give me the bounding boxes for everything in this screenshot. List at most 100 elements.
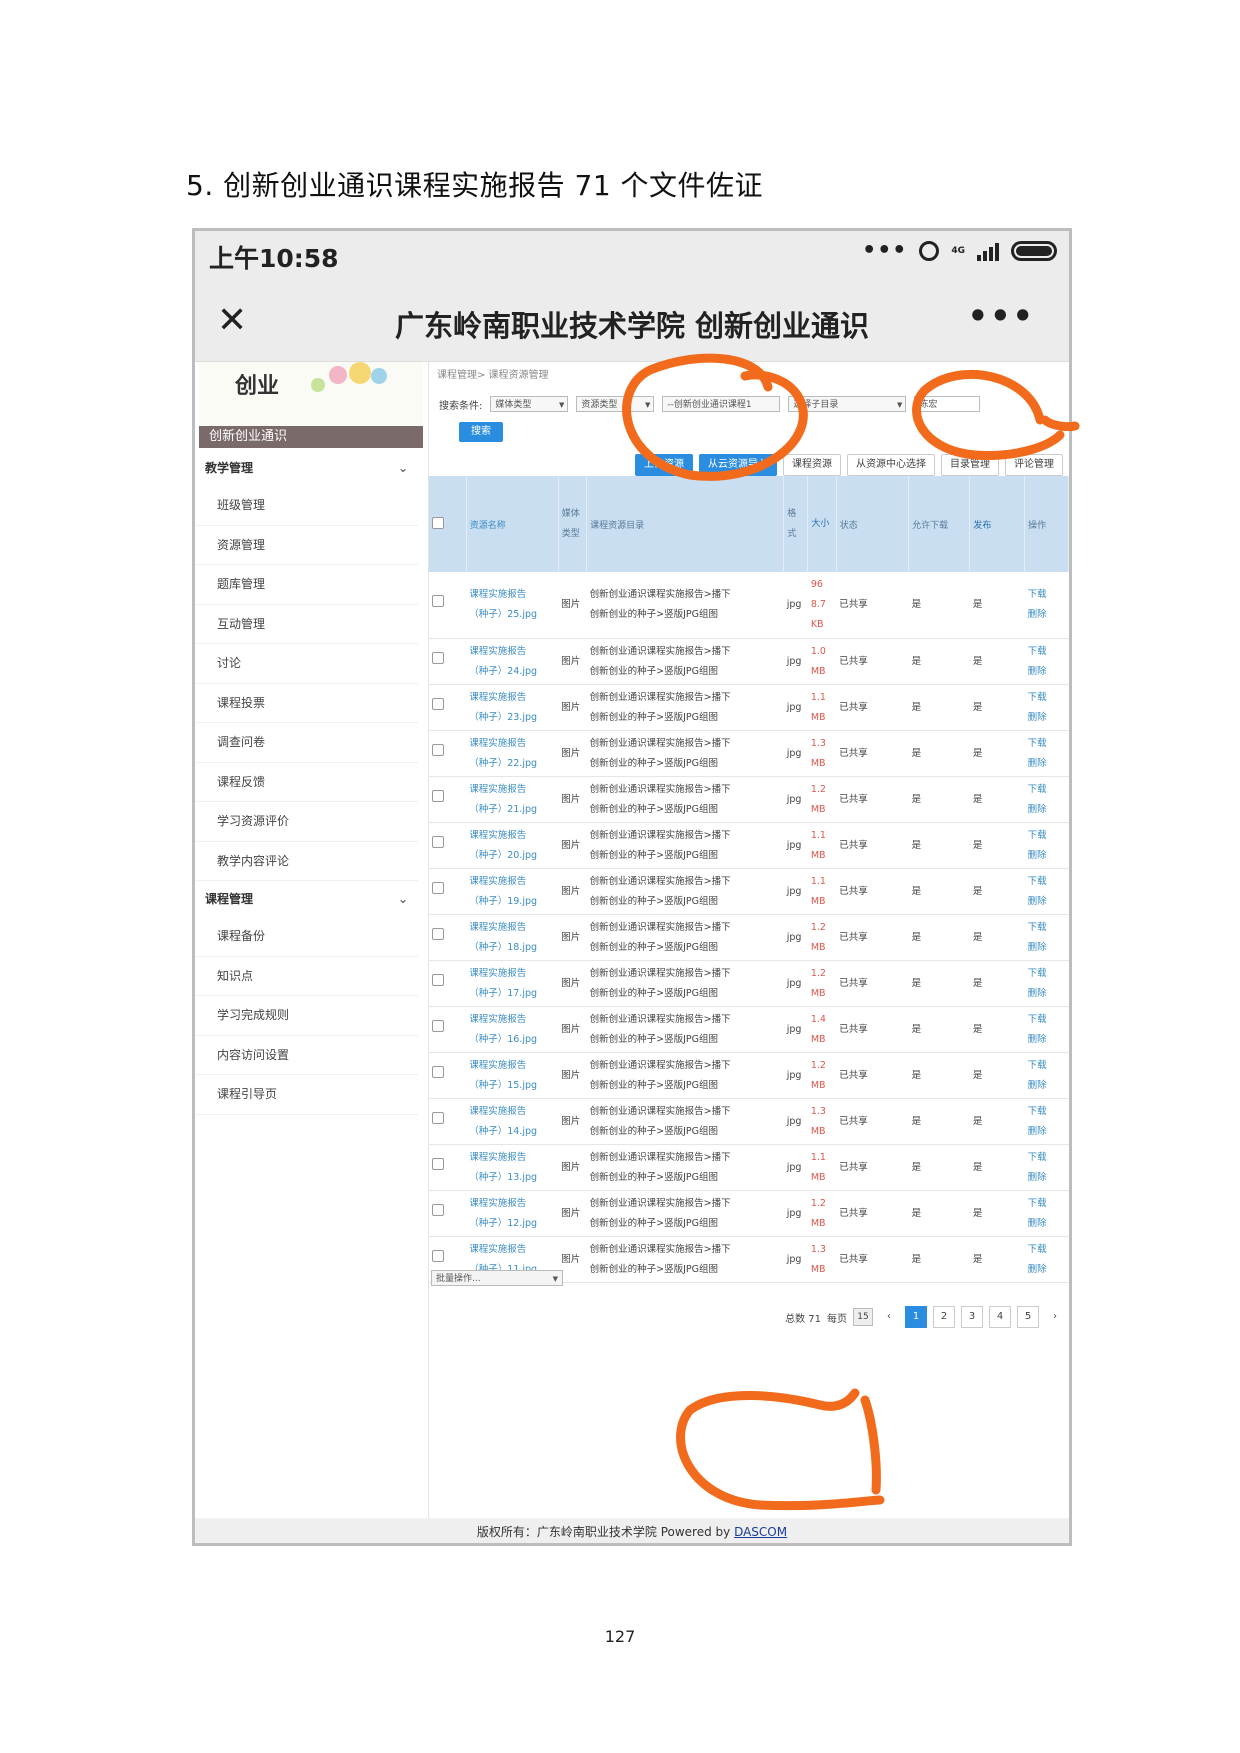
resource-name-link[interactable]: 课程实施报告 （种子）21.jpg	[469, 780, 555, 820]
menu-group[interactable]: 课程管理 ⌄	[195, 881, 428, 917]
resource-name-link[interactable]: 课程实施报告 （种子）24.jpg	[469, 642, 555, 682]
row-checkbox[interactable]	[432, 1203, 444, 1216]
sidebar-item[interactable]: 课程投票	[195, 684, 418, 723]
download-link[interactable]: 下载	[1028, 968, 1047, 979]
delete-link[interactable]: 删除	[1028, 1080, 1047, 1091]
download-link[interactable]: 下载	[1028, 922, 1047, 933]
download-link[interactable]: 下载	[1028, 1198, 1047, 1209]
resource-name-link[interactable]: 课程实施报告 （种子）19.jpg	[469, 872, 555, 912]
delete-link[interactable]: 删除	[1028, 666, 1047, 677]
resource-name-link[interactable]: 课程实施报告 （种子）17.jpg	[469, 964, 555, 1004]
subdir-select[interactable]: 选择子目录 ▼	[788, 396, 907, 412]
download-link[interactable]: 下载	[1028, 1106, 1047, 1117]
batch-select[interactable]: 批量操作... ▼	[431, 1270, 563, 1286]
download-link[interactable]: 下载	[1028, 1014, 1047, 1025]
sidebar-item[interactable]: 课程引导页	[195, 1075, 418, 1115]
toolbar-button[interactable]: 从云资源导入	[699, 454, 777, 476]
search-button[interactable]: 搜索	[459, 422, 503, 442]
select-all-checkbox[interactable]	[432, 516, 444, 529]
sidebar-item[interactable]: 题库管理	[195, 565, 418, 605]
row-checkbox[interactable]	[432, 1019, 444, 1032]
sidebar-item[interactable]: 学习资源评价	[195, 802, 418, 842]
row-checkbox[interactable]	[432, 1065, 444, 1078]
row-checkbox[interactable]	[432, 697, 444, 710]
delete-link[interactable]: 删除	[1028, 1172, 1047, 1183]
page-button[interactable]: 5	[1017, 1306, 1039, 1328]
delete-link[interactable]: 删除	[1028, 850, 1047, 861]
row-checkbox[interactable]	[432, 835, 444, 848]
delete-link[interactable]: 删除	[1028, 804, 1047, 815]
sidebar-item[interactable]: 互动管理	[195, 605, 418, 644]
toolbar-button[interactable]: 目录管理	[941, 454, 999, 476]
download-link[interactable]: 下载	[1028, 738, 1047, 749]
page-button[interactable]: 1	[905, 1306, 927, 1328]
course-select[interactable]: --创新创业通识课程1	[662, 396, 781, 412]
search-input[interactable]: 陈宏	[914, 396, 981, 412]
resource-name-link[interactable]: 课程实施报告 （种子）15.jpg	[469, 1056, 555, 1096]
row-checkbox[interactable]	[432, 789, 444, 802]
row-checkbox[interactable]	[432, 595, 444, 607]
sidebar-item[interactable]: 课程备份	[195, 917, 418, 957]
per-page-input[interactable]: 15	[853, 1308, 873, 1326]
sidebar-item[interactable]: 学习完成规则	[195, 996, 418, 1036]
resource-name-link[interactable]: 课程实施报告 （种子）25.jpg	[469, 585, 555, 625]
download-link[interactable]: 下载	[1028, 1244, 1047, 1255]
row-checkbox[interactable]	[432, 1249, 444, 1262]
row-checkbox[interactable]	[432, 1111, 444, 1124]
sidebar-item[interactable]: 知识点	[195, 957, 418, 996]
next-page-button[interactable]: ›	[1045, 1307, 1065, 1327]
download-link[interactable]: 下载	[1028, 589, 1047, 600]
row-checkbox[interactable]	[432, 651, 444, 664]
row-checkbox[interactable]	[432, 743, 444, 756]
dascom-link[interactable]: DASCOM	[734, 1525, 787, 1539]
delete-link[interactable]: 删除	[1028, 712, 1047, 723]
download-link[interactable]: 下载	[1028, 646, 1047, 657]
toolbar-button[interactable]: 课程资源	[783, 454, 841, 476]
sidebar-item[interactable]: 资源管理	[195, 526, 418, 565]
sidebar-item[interactable]: 班级管理	[195, 486, 418, 526]
sidebar-item[interactable]: 调查问卷	[195, 723, 418, 763]
delete-link[interactable]: 删除	[1028, 942, 1047, 953]
delete-link[interactable]: 删除	[1028, 896, 1047, 907]
download-link[interactable]: 下载	[1028, 692, 1047, 703]
menu-group[interactable]: 教学管理 ⌄	[195, 450, 428, 486]
sidebar-item[interactable]: 教学内容评论	[195, 842, 418, 881]
download-link[interactable]: 下载	[1028, 830, 1047, 841]
toolbar-button[interactable]: 从资源中心选择	[847, 454, 935, 476]
toolbar-button[interactable]: 评论管理	[1005, 454, 1063, 476]
download-link[interactable]: 下载	[1028, 1152, 1047, 1163]
page-button[interactable]: 2	[933, 1306, 955, 1328]
resource-name-link[interactable]: 课程实施报告 （种子）20.jpg	[469, 826, 555, 866]
delete-link[interactable]: 删除	[1028, 988, 1047, 999]
row-checkbox[interactable]	[432, 973, 444, 986]
delete-link[interactable]: 删除	[1028, 1034, 1047, 1045]
download-link[interactable]: 下载	[1028, 876, 1047, 887]
row-checkbox[interactable]	[432, 1157, 444, 1170]
more-icon[interactable]: •••	[968, 297, 1035, 335]
page-button[interactable]: 4	[989, 1306, 1011, 1328]
delete-link[interactable]: 删除	[1028, 1126, 1047, 1137]
media-type-select[interactable]: 媒体类型 ▼	[490, 396, 569, 412]
resource-name-link[interactable]: 课程实施报告 （种子）23.jpg	[469, 688, 555, 728]
resource-name-link[interactable]: 课程实施报告 （种子）22.jpg	[469, 734, 555, 774]
resource-name-link[interactable]: 课程实施报告 （种子）13.jpg	[469, 1148, 555, 1188]
resource-name-link[interactable]: 课程实施报告 （种子）14.jpg	[469, 1102, 555, 1142]
download-link[interactable]: 下载	[1028, 784, 1047, 795]
delete-link[interactable]: 删除	[1028, 1218, 1047, 1229]
row-checkbox[interactable]	[432, 881, 444, 894]
page-button[interactable]: 3	[961, 1306, 983, 1328]
sidebar-item[interactable]: 讨论	[195, 644, 418, 684]
resource-type-select[interactable]: 资源类型 ▼	[576, 396, 655, 412]
resource-name-link[interactable]: 课程实施报告 （种子）18.jpg	[469, 918, 555, 958]
resource-name-link[interactable]: 课程实施报告 （种子）16.jpg	[469, 1010, 555, 1050]
delete-link[interactable]: 删除	[1028, 758, 1047, 769]
resource-name-link[interactable]: 课程实施报告 （种子）12.jpg	[469, 1194, 555, 1234]
delete-link[interactable]: 删除	[1028, 1264, 1047, 1275]
delete-link[interactable]: 删除	[1028, 609, 1047, 620]
row-checkbox[interactable]	[432, 927, 444, 940]
prev-page-button[interactable]: ‹	[879, 1307, 899, 1327]
download-link[interactable]: 下载	[1028, 1060, 1047, 1071]
sidebar-item[interactable]: 课程反馈	[195, 763, 418, 802]
sidebar-item[interactable]: 内容访问设置	[195, 1036, 418, 1075]
toolbar-button[interactable]: 上传资源	[635, 454, 693, 476]
